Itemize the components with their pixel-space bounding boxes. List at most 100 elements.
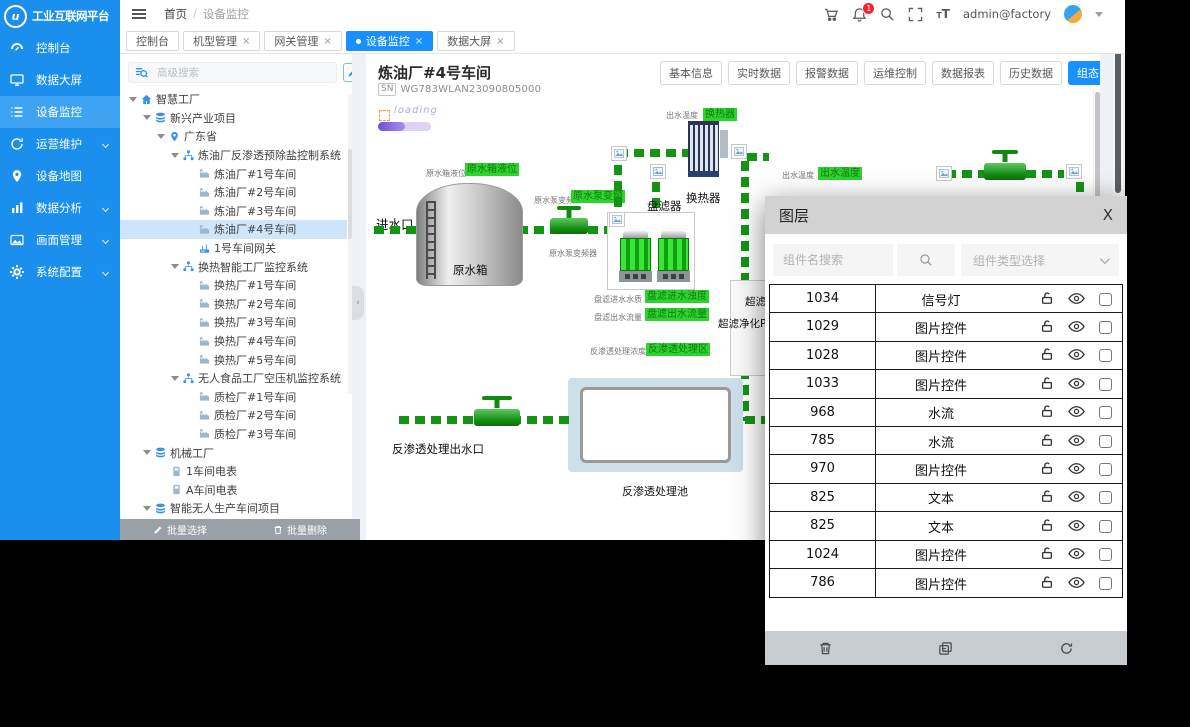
caret-down-icon[interactable] [143, 115, 151, 124]
outlet-temp-value[interactable]: 出水温度 [818, 167, 862, 180]
tree-collapse-handle[interactable]: ‹ [352, 286, 364, 320]
tree-scrollbar-thumb[interactable] [348, 149, 352, 239]
eye-icon[interactable] [1068, 574, 1085, 593]
layer-checkbox[interactable] [1099, 349, 1112, 362]
unlock-icon[interactable] [1040, 375, 1054, 394]
tree-scrollbar[interactable] [348, 94, 352, 394]
eye-icon[interactable] [1068, 403, 1085, 422]
tree-node-system[interactable]: 炼油厂反渗透预除盐控制系统 [120, 146, 347, 165]
sidebar-item-console[interactable]: 控制台 [0, 32, 120, 64]
eye-icon[interactable] [1068, 375, 1085, 394]
caret-down-icon[interactable] [143, 450, 151, 459]
tree-node-factory[interactable]: 智慧工厂 [120, 90, 347, 109]
layer-row[interactable]: 825文本 [769, 511, 1123, 541]
close-icon[interactable]: × [415, 36, 423, 47]
fullscreen-icon[interactable] [908, 7, 923, 22]
eye-icon[interactable] [1068, 346, 1085, 365]
layer-checkbox[interactable] [1099, 491, 1112, 504]
heat-exchanger-value[interactable]: 换热器 [703, 108, 737, 121]
eye-icon[interactable] [1068, 318, 1085, 337]
eye-icon[interactable] [1068, 545, 1085, 564]
eye-icon[interactable] [1068, 517, 1085, 536]
layer-row[interactable]: 825文本 [769, 483, 1123, 513]
pf-outlet-value[interactable]: 盘滤出水流量 [645, 308, 709, 321]
layer-row[interactable]: 1033图片控件 [769, 369, 1123, 399]
tree-node-workshop-selected[interactable]: 炼油厂#4号车间 [120, 220, 347, 239]
caret-down-icon[interactable] [143, 506, 151, 515]
unlock-icon[interactable] [1040, 290, 1054, 309]
tab-gateway-manage[interactable]: 网关管理 × [264, 31, 341, 51]
tree-node-workshop[interactable]: 炼油厂#3号车间 [120, 202, 347, 221]
layer-checkbox[interactable] [1099, 293, 1112, 306]
sidebar-item-device-map[interactable]: 设备地图 [0, 160, 120, 192]
batch-select-button[interactable]: 批量选择 [153, 522, 207, 537]
tree-node-workshop[interactable]: 质检厂#3号车间 [120, 425, 347, 444]
tree-node-workshop[interactable]: 质检厂#1号车间 [120, 388, 347, 407]
pf-inlet-value[interactable]: 盘滤进水浊度 [645, 290, 709, 303]
unlock-icon[interactable] [1040, 517, 1054, 536]
layer-row[interactable]: 786图片控件 [769, 568, 1123, 598]
tree-node-workshop[interactable]: 炼油厂#1号车间 [120, 164, 347, 183]
layer-row[interactable]: 1028图片控件 [769, 341, 1123, 371]
caret-down-icon[interactable] [129, 97, 137, 106]
layer-checkbox[interactable] [1099, 577, 1112, 590]
bell-icon[interactable]: 1 [852, 7, 867, 22]
heat-exchanger[interactable] [688, 121, 719, 177]
tree-node-gateway[interactable]: 1号车间网关 [120, 239, 347, 258]
component-type-select[interactable]: 组件类型选择 [961, 244, 1119, 276]
sidebar-item-system-config[interactable]: 系统配置 [0, 256, 120, 288]
sidebar-item-operations[interactable]: 运营维护 [0, 128, 120, 160]
sidebar-item-device-monitor[interactable]: 设备监控 [0, 96, 120, 128]
component-search-input[interactable] [773, 244, 893, 276]
layer-checkbox[interactable] [1099, 378, 1112, 391]
layer-row[interactable]: 1034信号灯 [769, 284, 1123, 314]
cart-icon[interactable] [824, 7, 839, 22]
valve[interactable] [984, 150, 1026, 180]
tree-node-workshop[interactable]: 换热厂#4号车间 [120, 332, 347, 351]
unlock-icon[interactable] [1040, 574, 1054, 593]
avatar[interactable] [1064, 5, 1082, 23]
tree-node-workshop[interactable]: 换热厂#5号车间 [120, 350, 347, 369]
close-icon[interactable]: × [496, 36, 504, 47]
batch-delete-button[interactable]: 批量删除 [273, 522, 327, 537]
username[interactable]: admin@factory [963, 7, 1051, 21]
tree-node-workshop[interactable]: 换热厂#1号车间 [120, 276, 347, 295]
tree-node-workshop[interactable]: 换热厂#3号车间 [120, 313, 347, 332]
ro-treatment-pool[interactable] [568, 378, 743, 472]
tree-search[interactable] [128, 62, 337, 83]
unlock-icon[interactable] [1040, 432, 1054, 451]
hamburger-icon[interactable] [132, 9, 146, 19]
tree-node-meter[interactable]: 1车间电表 [120, 462, 347, 481]
sidebar-item-screen-manage[interactable]: 画面管理 [0, 224, 120, 256]
close-icon[interactable]: X [1103, 206, 1113, 224]
filter-canister[interactable] [657, 231, 690, 282]
eye-icon[interactable] [1068, 488, 1085, 507]
unlock-icon[interactable] [1040, 545, 1054, 564]
search-button[interactable] [897, 244, 955, 276]
eye-icon[interactable] [1068, 432, 1085, 451]
tree-edit-button[interactable] [343, 63, 352, 82]
layers-panel-header[interactable]: 图层 X [765, 196, 1127, 234]
layer-checkbox[interactable] [1099, 463, 1112, 476]
user-menu-caret-icon[interactable] [1095, 12, 1103, 21]
tree-search-input[interactable] [157, 67, 307, 79]
tree-node-workshop[interactable]: 换热厂#2号车间 [120, 295, 347, 314]
layer-checkbox[interactable] [1099, 435, 1112, 448]
close-icon[interactable]: × [242, 36, 250, 47]
breadcrumb-home[interactable]: 首页 [164, 6, 187, 22]
tab-device-monitor[interactable]: 设备监控 × [346, 31, 433, 51]
tab-model-manage[interactable]: 机型管理 × [183, 31, 260, 51]
tree-node-system[interactable]: 换热智能工厂监控系统 [120, 257, 347, 276]
sidebar-item-data-analysis[interactable]: 数据分析 [0, 192, 120, 224]
unlock-icon[interactable] [1040, 488, 1054, 507]
eye-icon[interactable] [1068, 290, 1085, 309]
caret-down-icon[interactable] [171, 264, 179, 273]
unlock-icon[interactable] [1040, 346, 1054, 365]
tree-node-meter[interactable]: A车间电表 [120, 480, 347, 499]
copy-layer-button[interactable] [938, 641, 953, 656]
layer-row[interactable]: 968水流 [769, 398, 1123, 428]
unlock-icon[interactable] [1040, 403, 1054, 422]
tree-node-factory[interactable]: 机械工厂 [120, 443, 347, 462]
layer-row[interactable]: 1029图片控件 [769, 312, 1123, 342]
close-icon[interactable]: × [323, 36, 331, 47]
